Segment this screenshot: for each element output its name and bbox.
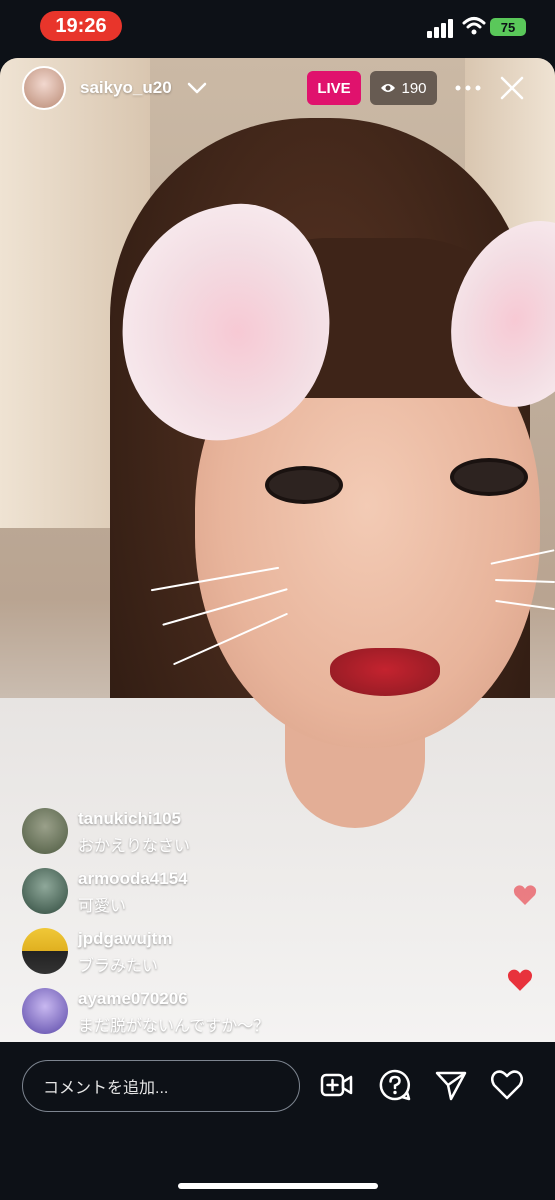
host-username[interactable]: saikyo_u20: [80, 78, 172, 98]
comment-avatar[interactable]: [22, 868, 68, 914]
comment-input[interactable]: コメントを追加...: [22, 1060, 300, 1112]
video-add-icon[interactable]: [320, 1068, 354, 1102]
eye-icon: [381, 84, 396, 92]
comment-username[interactable]: jpdgawujtm: [78, 929, 172, 949]
live-badge: LIVE: [307, 71, 361, 105]
comment-username[interactable]: armooda4154: [78, 869, 188, 889]
comment-item: jpdgawujtm ブラみたい: [22, 925, 422, 985]
comment-item: ayame070206 まだ脱がないんですか〜？: [22, 985, 422, 1045]
heart-icon[interactable]: [490, 1068, 524, 1102]
signal-icon: [427, 19, 453, 38]
lips: [330, 648, 440, 696]
comment-username[interactable]: tanukichi105: [78, 809, 181, 829]
comment-list: tanukichi105 おかえりなさい armooda4154 可愛い jpd…: [22, 805, 422, 1045]
chevron-down-icon[interactable]: [186, 78, 208, 98]
host-avatar[interactable]: [22, 66, 66, 110]
battery-indicator: 75: [490, 18, 526, 36]
left-eye: [265, 466, 343, 504]
viewer-count-badge[interactable]: 190: [370, 71, 437, 105]
comment-avatar[interactable]: [22, 988, 68, 1034]
comment-avatar[interactable]: [22, 928, 68, 974]
home-indicator: [178, 1183, 378, 1189]
comment-avatar[interactable]: [22, 808, 68, 854]
floating-heart-icon: [513, 885, 537, 905]
comment-username[interactable]: ayame070206: [78, 989, 188, 1009]
wifi-icon: [462, 17, 486, 35]
floating-heart-icon: [507, 969, 533, 991]
question-icon[interactable]: [378, 1068, 412, 1102]
viewer-count: 190: [401, 79, 427, 97]
more-options-icon[interactable]: [454, 76, 482, 100]
comment-text: 可愛い: [78, 898, 127, 915]
comment-text: まだ脱がないんですか〜？: [78, 1018, 270, 1035]
comment-item: tanukichi105 おかえりなさい: [22, 805, 422, 865]
time-pill: 19:26: [40, 11, 122, 41]
comment-text: おかえりなさい: [78, 838, 191, 855]
comment-placeholder: コメントを追加...: [43, 1080, 169, 1097]
battery-level: 75: [500, 19, 516, 35]
right-eye: [450, 458, 528, 496]
live-label: LIVE: [317, 79, 351, 97]
status-bar: 19:26 75: [0, 0, 555, 52]
send-icon[interactable]: [434, 1068, 468, 1102]
comment-text: ブラみたい: [78, 958, 159, 975]
comment-item: armooda4154 可愛い: [22, 865, 422, 925]
close-icon[interactable]: [498, 74, 526, 102]
status-time: 19:26: [55, 14, 107, 37]
